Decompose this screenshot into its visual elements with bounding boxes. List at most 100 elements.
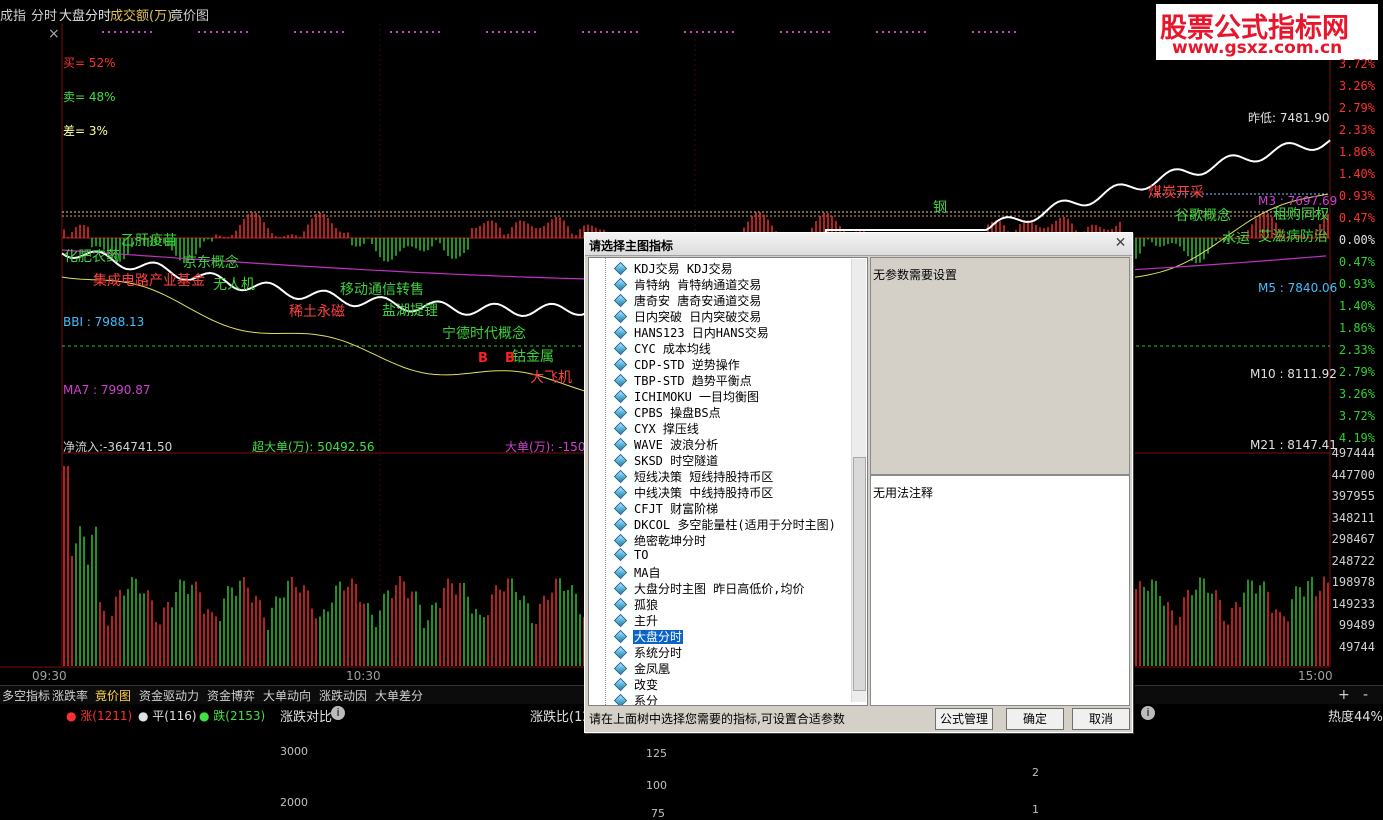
tree-item[interactable]: CDP-STD 逆势操作 [613, 356, 741, 372]
tree-item[interactable]: CYX 撑压线 [613, 420, 700, 436]
tree-item[interactable]: 孤狼 [613, 596, 659, 612]
signal-dot [522, 31, 524, 33]
signal-dot [204, 31, 206, 33]
tree-item[interactable]: HANS123 日内HANS交易 [613, 324, 770, 340]
annotation: 移动通信转售 [340, 282, 424, 298]
tree-item-label: 主升 [634, 614, 659, 628]
tree-item[interactable]: 短线决策 短线持股持币区 [613, 468, 774, 484]
signal-dot [306, 31, 308, 33]
volume-tick: 348211 [1331, 510, 1375, 525]
annotation: 钴金属 [512, 349, 554, 365]
tab-long-short[interactable]: 多空指标 [0, 687, 52, 704]
volume-tick: 447700 [1331, 467, 1375, 482]
tree-item[interactable]: 改变 [613, 676, 659, 692]
percent-tick: 0.93% [1338, 277, 1375, 291]
zoom-in-button[interactable]: + [1336, 687, 1352, 703]
tab-rise-fall-cause[interactable]: 涨跌动因 [317, 687, 369, 704]
signal-dot [984, 31, 986, 33]
signal-dot [324, 31, 326, 33]
tree-item[interactable]: WAVE 波浪分析 [613, 436, 719, 452]
tree-item-label: 大盘分时主图 昨日高低价,均价 [634, 582, 805, 596]
annotation: 艾滋病防治 [1258, 229, 1328, 245]
tree-item[interactable]: ICHIMOKU 一目均衡图 [613, 388, 760, 404]
scrollbar-thumb[interactable] [853, 457, 866, 691]
indicator-icon [613, 565, 628, 580]
signal-dot [402, 31, 404, 33]
tree-item[interactable]: SKSD 时空隧道 [613, 452, 719, 468]
tab-auction-chart[interactable]: 竟价图 [93, 687, 133, 704]
tree-item-label: SKSD 时空隧道 [634, 454, 719, 468]
cancel-button[interactable]: 取消 [1072, 708, 1130, 730]
signal-dot [432, 31, 434, 33]
tree-item[interactable]: 金凤凰 [613, 660, 671, 676]
volume-tick: 497444 [1331, 446, 1375, 460]
formula-manager-button[interactable]: 公式管理 [935, 708, 993, 730]
tree-item[interactable]: TBP-STD 趋势平衡点 [613, 372, 753, 388]
tree-item[interactable]: 日内突破 日内突破交易 [613, 308, 762, 324]
tab-big-order-diff[interactable]: 大单差分 [373, 687, 425, 704]
time-tick-1030: 10:30 [346, 669, 381, 683]
percent-tick: 2.33% [1338, 343, 1375, 357]
volume-tick: 248722 [1331, 553, 1375, 568]
annotation: 集成电路产业基金 [93, 273, 205, 289]
tree-item[interactable]: 大盘分时 [613, 628, 684, 644]
tree-item[interactable]: CFJT 财富阶梯 [613, 500, 719, 516]
tree-item-label: 中线决策 中线持股持币区 [634, 486, 774, 500]
tree-item[interactable]: CPBS 操盘BS点 [613, 404, 722, 420]
tree-item[interactable]: MA自 [613, 564, 661, 580]
tree-item-label: 改变 [634, 678, 659, 692]
tree-scrollbar[interactable] [851, 259, 866, 702]
dialog-title-bar[interactable]: 请选择主图指标 ✕ [585, 233, 1132, 256]
signal-dot [528, 31, 530, 33]
info-icon[interactable]: i [1141, 706, 1155, 720]
signal-dot [240, 31, 242, 33]
indicator-icon [613, 309, 628, 324]
zoom-out-button[interactable]: - [1361, 687, 1370, 703]
signal-dot [600, 31, 602, 33]
signal-dot [300, 31, 302, 33]
tree-item[interactable]: TO [613, 547, 649, 564]
indicator-icon [613, 485, 628, 500]
tab-fund-drive[interactable]: 资金驱动力 [137, 687, 201, 704]
p3-tick: 100 [646, 779, 667, 792]
percent-tick: 3.72% [1338, 409, 1375, 423]
indicator-tree[interactable]: KDJ交易 KDJ交易 肯特纳 肯特纳通道交易 唐奇安 唐奇安通道交易 日内突破 日内… [588, 257, 868, 706]
tree-item[interactable]: 大盘分时主图 昨日高低价,均价 [613, 580, 805, 596]
tree-item[interactable]: 中线决策 中线持股持币区 [613, 484, 774, 500]
tree-connector [605, 258, 607, 705]
percent-tick: 1.86% [1338, 145, 1375, 159]
tree-item[interactable]: CYC 成本均线 [613, 340, 712, 356]
tree-item[interactable]: KDJ交易 KDJ交易 [613, 260, 734, 276]
signal-dot [120, 31, 122, 33]
signal-dot [918, 31, 920, 33]
tab-rise-fall-rate[interactable]: 涨跌率 [50, 687, 90, 704]
tree-item[interactable]: 绝密乾坤分时 [613, 532, 707, 548]
tree-item-label: CPBS 操盘BS点 [634, 406, 721, 420]
buy-ratio: 买= 52% [63, 56, 116, 70]
tree-item[interactable]: 系统分时 [613, 644, 683, 660]
indicator-icon [613, 421, 628, 436]
signal-dot [1014, 31, 1016, 33]
tree-item[interactable]: 系分 [613, 692, 659, 705]
signal-dot [114, 31, 116, 33]
annotation: 稀土永磁 [289, 304, 345, 320]
tree-item[interactable]: 唐奇安 唐奇安通道交易 [613, 292, 762, 308]
signal-dot [216, 31, 218, 33]
signal-dot [894, 31, 896, 33]
tree-item[interactable]: DKCOL 多空能量柱(适用于分时主图) [613, 516, 837, 532]
indicator-icon [613, 533, 628, 548]
tree-item[interactable]: 主升 [613, 612, 659, 628]
tab-big-order-trend[interactable]: 大单动向 [261, 687, 313, 704]
info-icon[interactable]: i [331, 706, 345, 720]
percent-tick: 1.40% [1338, 299, 1375, 313]
tree-item[interactable]: 肯特纳 肯特纳通道交易 [613, 276, 762, 292]
signal-dot [144, 31, 146, 33]
signal-dot [504, 31, 506, 33]
ok-button[interactable]: 确定 [1006, 708, 1064, 730]
signal-dot [972, 31, 974, 33]
volume-tick: 298467 [1331, 532, 1375, 547]
tree-item-label: KDJ交易 KDJ交易 [634, 262, 733, 276]
close-icon[interactable]: ✕ [1113, 236, 1128, 251]
tab-fund-game[interactable]: 资金博弈 [205, 687, 257, 704]
tree-item-label: CYC 成本均线 [634, 342, 711, 356]
